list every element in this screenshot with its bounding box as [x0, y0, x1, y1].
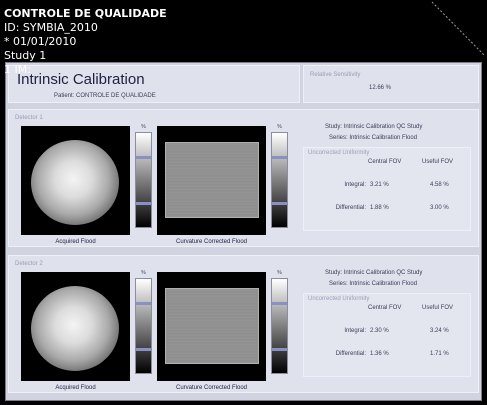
integral-label: Integral: — [344, 182, 366, 188]
scale-gradient — [135, 278, 152, 374]
series-label: Series: Intrinsic Calibration Flood — [329, 135, 418, 141]
differential-label: Differential: — [335, 205, 366, 211]
acquired-flood-caption: Acquired Flood — [55, 239, 96, 245]
corrected-flood-caption: Curvature Corrected Flood — [175, 239, 248, 245]
acquired-flood-caption: Acquired Flood — [55, 385, 96, 391]
detector-1-panel: Detector 1 % % Acquired Flood Curvature … — [8, 109, 479, 247]
corner-marker — [431, 1, 486, 57]
overlay-image-number: 1 IM: — [4, 63, 31, 76]
corrected-flood-caption: Curvature Corrected Flood — [175, 385, 248, 391]
corrected-flood-image — [157, 272, 266, 381]
overlay-patient-name: CONTROLE DE QUALIDADE — [4, 7, 167, 20]
uniformity-title: Uncorrected Uniformity — [308, 150, 370, 156]
scale-gradient — [271, 278, 288, 374]
color-scale-bar: % — [133, 124, 154, 235]
scale-tick — [136, 348, 151, 351]
differential-ufov-value: 3.00 % — [430, 205, 449, 211]
flood-field — [165, 288, 259, 364]
color-scale-bar: % — [269, 270, 290, 381]
corrected-flood-image — [157, 126, 266, 235]
acquired-flood-image — [21, 272, 130, 381]
scale-tick — [272, 156, 287, 159]
integral-label: Integral: — [344, 328, 366, 334]
patient-overlay: CONTROLE DE QUALIDADE ID: SYMBIA_2010 * … — [4, 7, 167, 77]
flood-blob — [31, 286, 119, 371]
integral-cfov-value: 3.21 % — [370, 182, 389, 188]
overlay-study: Study 1 — [4, 49, 47, 62]
flood-field — [165, 142, 259, 218]
column-header-ufov: Useful FOV — [422, 159, 454, 165]
patient-label: Patient: CONTROLE DE QUALIDADE — [54, 93, 156, 99]
detector-label: Detector 2 — [15, 261, 43, 267]
flood-blob — [31, 140, 119, 225]
differential-cfov-value: 1.88 % — [370, 205, 389, 211]
scale-unit-label: % — [277, 124, 282, 130]
column-header-cfov: Central FOV — [368, 305, 402, 311]
integral-ufov-value: 3.24 % — [430, 328, 449, 334]
study-label: Study: Intrinsic Calibration QC Study — [325, 124, 423, 130]
scale-unit-label: % — [277, 270, 282, 276]
differential-label: Differential: — [335, 351, 366, 357]
scale-unit-label: % — [141, 270, 146, 276]
scale-gradient — [135, 132, 152, 228]
detector-label: Detector 1 — [15, 115, 43, 121]
sensitivity-value: 12.66 % — [369, 85, 392, 91]
integral-cfov-value: 2.30 % — [370, 328, 389, 334]
column-header-cfov: Central FOV — [368, 159, 402, 165]
scale-tick — [136, 202, 151, 205]
scale-tick — [136, 302, 151, 305]
integral-ufov-value: 4.58 % — [430, 182, 449, 188]
overlay-patient-id: ID: SYMBIA_2010 — [4, 21, 98, 34]
scale-tick — [272, 302, 287, 305]
calibration-report: Intrinsic Calibration Patient: CONTROLE … — [5, 62, 482, 401]
detector-2-panel: Detector 2 % % Acquired Flood Curvature … — [8, 255, 479, 393]
scale-tick — [272, 348, 287, 351]
series-label: Series: Intrinsic Calibration Flood — [329, 281, 418, 287]
overlay-date: * 01/01/2010 — [4, 35, 77, 48]
uniformity-title: Uncorrected Uniformity — [308, 296, 370, 302]
acquired-flood-image — [21, 126, 130, 235]
study-label: Study: Intrinsic Calibration QC Study — [325, 270, 423, 276]
differential-cfov-value: 1.36 % — [370, 351, 389, 357]
color-scale-bar: % — [269, 124, 290, 235]
differential-ufov-value: 1.71 % — [430, 351, 449, 357]
sensitivity-label: Relative Sensitivity — [310, 72, 361, 78]
sensitivity-box: Relative Sensitivity 12.66 % — [303, 65, 479, 103]
column-header-ufov: Useful FOV — [422, 305, 454, 311]
scale-tick — [136, 156, 151, 159]
uniformity-table: Uncorrected Uniformity Central FOV Usefu… — [303, 293, 471, 377]
scale-gradient — [271, 132, 288, 228]
scale-unit-label: % — [141, 124, 146, 130]
uniformity-table: Uncorrected Uniformity Central FOV Usefu… — [303, 147, 471, 231]
color-scale-bar: % — [133, 270, 154, 381]
scale-tick — [272, 202, 287, 205]
